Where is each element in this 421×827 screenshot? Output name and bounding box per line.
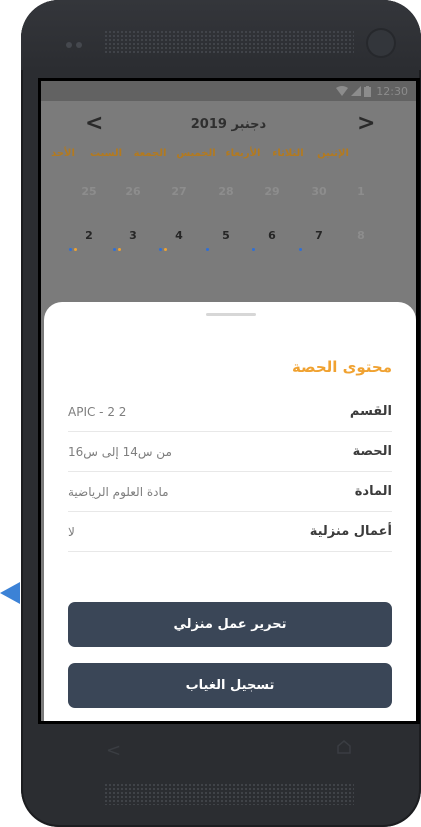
event-dots (159, 248, 199, 251)
event-dots (69, 248, 109, 251)
calendar-week: 8 7 6 5 4 3 2 (41, 229, 416, 273)
calendar-week: 1 30 29 28 27 26 25 (41, 185, 416, 229)
row-value: من س14 إلى س16 (68, 444, 172, 459)
weekday-label: السبت (89, 148, 123, 159)
info-row-class: 2 APIC - 2 القسم (68, 392, 392, 432)
event-dot (206, 248, 209, 251)
event-dot (118, 248, 121, 251)
day-cell[interactable]: 25 (69, 185, 109, 198)
event-dot (164, 248, 167, 251)
calendar-header: < دجنبر 2019 > (41, 101, 416, 145)
event-dot (74, 248, 77, 251)
sheet-title: محتوى الحصة (291, 358, 392, 376)
app-screen: 12:30 < دجنبر 2019 > الأحد السبت الجمعة … (41, 81, 416, 721)
row-label: أعمال منزلية (309, 524, 392, 539)
day-number: 3 (129, 229, 137, 242)
chevron-right-icon[interactable]: > (357, 111, 375, 136)
row-value: 2 APIC - 2 (68, 404, 127, 419)
day-cell[interactable]: 7 (299, 229, 339, 251)
day-number: 5 (222, 229, 230, 242)
status-bar: 12:30 (41, 81, 416, 101)
record-absence-button[interactable]: تسجيل الغياب (68, 663, 392, 708)
weekday-label: الإثنين (317, 148, 349, 159)
signal-icon (351, 86, 362, 96)
event-dots (113, 248, 153, 251)
event-dot (69, 248, 72, 251)
day-cell[interactable]: 6 (252, 229, 292, 251)
device-screen: 12:30 < دجنبر 2019 > الأحد السبت الجمعة … (38, 78, 420, 724)
status-icons (336, 85, 372, 97)
home-nav-icon[interactable] (337, 740, 351, 754)
lesson-bottom-sheet: محتوى الحصة 2 APIC - 2 القسم من س14 إلى … (44, 302, 416, 721)
edit-homework-button[interactable]: تحرير عمل منزلي (68, 602, 392, 647)
info-row-session: من س14 إلى س16 الحصة (68, 432, 392, 472)
day-number: 2 (85, 229, 93, 242)
day-cell[interactable]: 3 (113, 229, 153, 251)
earpiece-speaker (104, 30, 354, 54)
sheet-drag-handle[interactable] (206, 313, 256, 316)
info-row-subject: مادة العلوم الرياضية المادة (68, 472, 392, 512)
info-row-homework: لا أعمال منزلية (68, 512, 392, 552)
event-dots (299, 248, 339, 251)
event-dot (113, 248, 116, 251)
weekday-label: الأحد (51, 148, 75, 159)
day-cell[interactable]: 26 (113, 185, 153, 198)
status-time: 12:30 (376, 84, 408, 98)
calendar: < دجنبر 2019 > الأحد السبت الجمعة الخميس… (41, 101, 416, 273)
event-dot (252, 248, 255, 251)
event-dot (299, 248, 302, 251)
battery-icon (364, 85, 372, 97)
event-dots (252, 248, 292, 251)
day-cell[interactable]: 30 (299, 185, 339, 198)
day-cell[interactable]: 2 (69, 229, 109, 251)
back-nav-icon[interactable]: < (106, 740, 121, 761)
day-cell[interactable]: 29 (252, 185, 292, 198)
day-number: 7 (315, 229, 323, 242)
front-camera-icon (368, 30, 394, 56)
bottom-speaker (104, 783, 354, 805)
pointer-arrow-icon (0, 582, 20, 604)
wifi-icon (336, 86, 349, 96)
weekday-label: الأربعاء (225, 148, 261, 159)
sensor-dots (66, 42, 82, 48)
row-label: المادة (354, 484, 392, 499)
day-cell[interactable]: 28 (206, 185, 246, 198)
day-cell[interactable]: 1 (341, 185, 381, 198)
day-cell[interactable]: 5 (206, 229, 246, 251)
weekday-label: الجمعة (133, 148, 167, 159)
event-dots (206, 248, 246, 251)
day-number: 6 (268, 229, 276, 242)
day-cell[interactable]: 8 (341, 229, 381, 242)
event-dot (159, 248, 162, 251)
row-value: مادة العلوم الرياضية (68, 484, 169, 499)
day-number: 4 (175, 229, 183, 242)
weekday-row: الأحد السبت الجمعة الخميس الأربعاء الثلا… (41, 145, 416, 185)
weekday-label: الثلاثاء (272, 148, 304, 159)
row-label: القسم (349, 404, 392, 419)
day-cell[interactable]: 27 (159, 185, 199, 198)
row-value: لا (68, 524, 75, 539)
day-cell[interactable]: 4 (159, 229, 199, 251)
row-label: الحصة (352, 444, 392, 459)
weekday-label: الخميس (176, 148, 216, 159)
